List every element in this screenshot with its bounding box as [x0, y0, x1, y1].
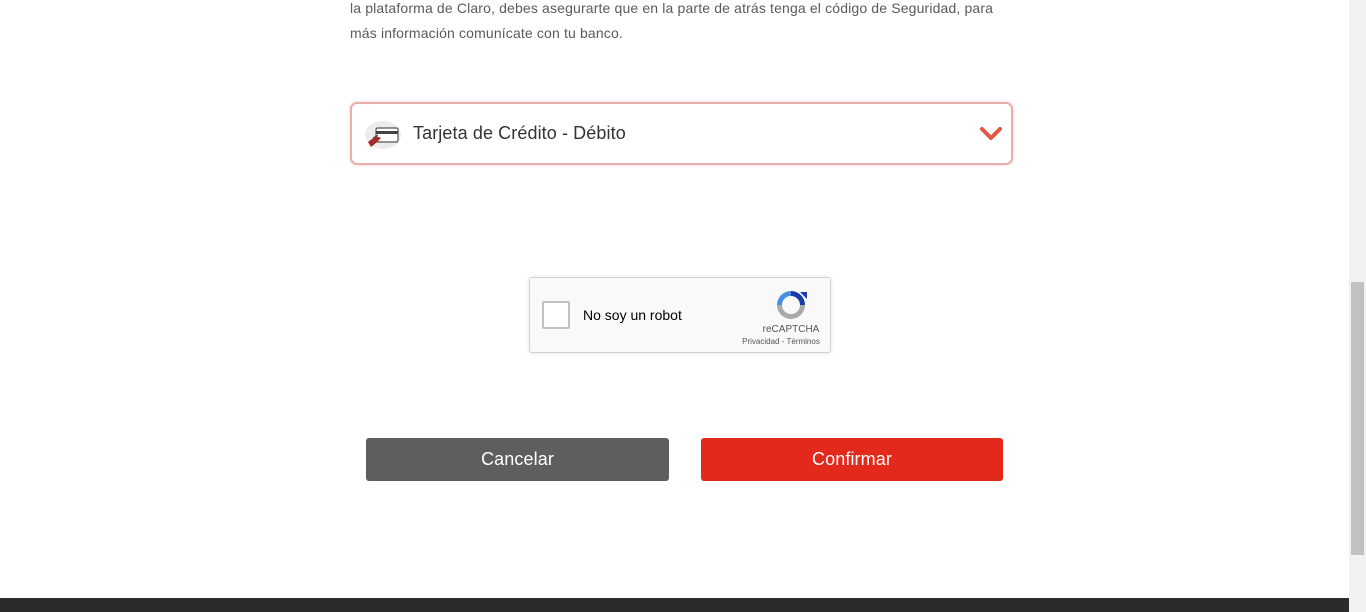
- info-text-line: la plataforma de Claro, debes asegurarte…: [350, 0, 994, 16]
- vertical-scrollbar[interactable]: [1349, 0, 1366, 612]
- recaptcha-links: Privacidad - Términos: [730, 337, 832, 346]
- payment-info-text: la plataforma de Claro, debes asegurarte…: [350, 0, 1014, 46]
- confirm-button[interactable]: Confirmar: [701, 438, 1003, 481]
- recaptcha-checkbox[interactable]: [542, 301, 570, 329]
- info-text-line: más información comunícate con tu banco.: [350, 25, 623, 41]
- page-footer: [0, 598, 1349, 612]
- recaptcha-terms-link[interactable]: Términos: [786, 337, 819, 346]
- recaptcha-logo-icon: [777, 291, 807, 319]
- recaptcha-brand: reCAPTCHA: [762, 324, 820, 335]
- recaptcha-widget: No soy un robot reCAPTCHA Privacidad - T…: [529, 277, 831, 353]
- credit-card-icon: [365, 121, 401, 149]
- payment-method-select[interactable]: Tarjeta de Crédito - Débito: [350, 102, 1013, 165]
- cancel-button[interactable]: Cancelar: [366, 438, 669, 481]
- payment-method-label: Tarjeta de Crédito - Débito: [413, 123, 626, 143]
- scrollbar-thumb[interactable]: [1351, 282, 1364, 555]
- recaptcha-label: No soy un robot: [583, 307, 682, 323]
- chevron-down-icon[interactable]: [980, 126, 1002, 142]
- recaptcha-privacy-link[interactable]: Privacidad: [742, 337, 779, 346]
